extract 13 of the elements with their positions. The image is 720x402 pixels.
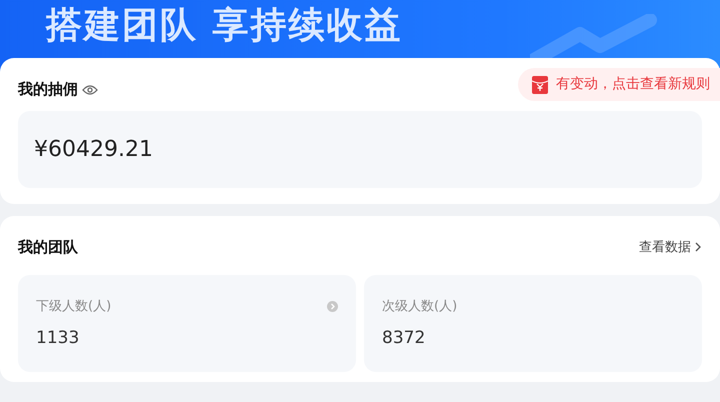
stat-value: 8372 — [382, 327, 426, 350]
stat-label: 下级人数(人) — [36, 298, 112, 316]
amount-value: ¥60429.21 — [34, 136, 154, 164]
banner-title: 搭建团队 享持续收益 — [46, 4, 403, 48]
stat-label: 次级人数(人) — [382, 298, 458, 316]
section-title: 我的抽佣 — [18, 79, 78, 100]
eye-icon[interactable] — [82, 84, 98, 96]
notice-link[interactable]: 有变动，点击查看新规则 — [518, 68, 720, 101]
chevron-right-icon — [695, 242, 702, 252]
envelope-icon — [532, 76, 548, 94]
stat-value: 1133 — [36, 327, 80, 350]
view-data-link[interactable]: 查看数据 — [639, 238, 702, 257]
section-title: 我的团队 — [18, 237, 78, 258]
